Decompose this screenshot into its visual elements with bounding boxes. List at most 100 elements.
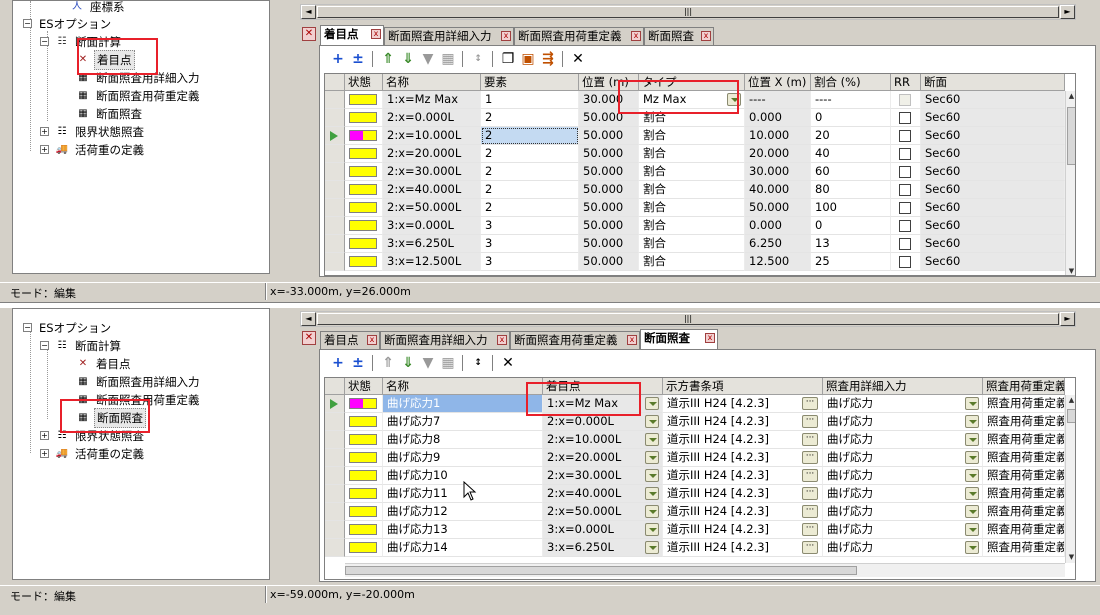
table-row[interactable]: 曲げ応力13 3:x=0.000L 道示III H24 [4.2.3] ··· 曲げ応力… bbox=[325, 521, 1065, 539]
filter-icon[interactable]: ▼ bbox=[418, 353, 438, 373]
cell-elem[interactable]: 2 bbox=[481, 163, 579, 181]
add-icon[interactable]: + bbox=[328, 353, 348, 373]
status-cell[interactable] bbox=[345, 503, 383, 521]
ellipsis-button-icon[interactable]: ··· bbox=[802, 487, 818, 500]
tree-item-es-option[interactable]: − ESオプション bbox=[23, 318, 113, 336]
scroll-thumb[interactable] bbox=[1067, 107, 1075, 165]
expand-icon[interactable]: + bbox=[40, 449, 49, 458]
tab-section-check[interactable]: 断面照査 x bbox=[640, 329, 718, 349]
status-cell[interactable] bbox=[345, 217, 383, 235]
insert-icon[interactable]: ± bbox=[348, 353, 368, 373]
scroll-right-icon[interactable]: ► bbox=[1060, 5, 1075, 19]
tree-item-section-calc[interactable]: − ☷ 断面計算 bbox=[40, 32, 123, 50]
tab-close-icon[interactable]: x bbox=[705, 333, 715, 343]
cell-pos[interactable]: 50.000 bbox=[579, 163, 639, 181]
cell-name[interactable]: 1:x=Mz Max bbox=[383, 91, 481, 109]
cell-section[interactable]: Sec60 bbox=[921, 181, 1065, 199]
tree-item-detail-input[interactable]: ▦ 断面照査用詳細入力 bbox=[75, 68, 202, 86]
cell-point[interactable]: 2:x=50.000L bbox=[543, 503, 663, 521]
dropdown-icon[interactable] bbox=[965, 451, 979, 464]
status-cell[interactable] bbox=[345, 199, 383, 217]
cell-pos[interactable]: 50.000 bbox=[579, 217, 639, 235]
cell-load[interactable]: 照査用荷重定義 bbox=[983, 395, 1065, 413]
cell-clause[interactable]: 道示III H24 [4.2.3] ··· bbox=[663, 539, 823, 557]
cell-detail[interactable]: 曲げ応力 bbox=[823, 467, 983, 485]
rr-checkbox[interactable] bbox=[891, 163, 921, 181]
table-row[interactable]: 3:x=12.500L 3 50.000 割合 12.500 25 Sec60 bbox=[325, 253, 1065, 271]
add-icon[interactable]: + bbox=[328, 49, 348, 69]
cell-detail[interactable]: 曲げ応力 bbox=[823, 449, 983, 467]
expand-icon[interactable]: + bbox=[40, 127, 49, 136]
close-all-icon[interactable]: ✕ bbox=[302, 27, 316, 41]
cell-point[interactable]: 2:x=30.000L bbox=[543, 467, 663, 485]
scroll-thumb[interactable] bbox=[345, 566, 857, 575]
copy-icon[interactable]: ❐ bbox=[498, 49, 518, 69]
ellipsis-button-icon[interactable]: ··· bbox=[802, 523, 818, 536]
cell-elem[interactable]: 1 bbox=[481, 91, 579, 109]
cell-name[interactable]: 曲げ応力1 bbox=[383, 395, 543, 413]
collapse-icon[interactable]: − bbox=[40, 341, 49, 350]
status-cell[interactable] bbox=[345, 91, 383, 109]
dropdown-icon[interactable] bbox=[965, 505, 979, 518]
tab-section-check[interactable]: 断面照査 x bbox=[644, 27, 714, 45]
cell-detail[interactable]: 曲げ応力 bbox=[823, 413, 983, 431]
cell-ratio[interactable]: 40 bbox=[811, 145, 891, 163]
ellipsis-button-icon[interactable]: ··· bbox=[802, 505, 818, 518]
cell-point[interactable]: 3:x=6.250L bbox=[543, 539, 663, 557]
dropdown-icon[interactable] bbox=[645, 469, 659, 482]
tree-item-focus-point[interactable]: ✕ 着目点 bbox=[75, 354, 133, 372]
dropdown-icon[interactable] bbox=[645, 415, 659, 428]
ellipsis-button-icon[interactable]: ··· bbox=[802, 541, 818, 554]
grid-icon[interactable]: ▦ bbox=[438, 49, 458, 69]
cell-section[interactable]: Sec60 bbox=[921, 217, 1065, 235]
cell-ratio[interactable]: ---- bbox=[811, 91, 891, 109]
cell-posx[interactable]: 50.000 bbox=[745, 199, 811, 217]
cell-load[interactable]: 照査用荷重定義 bbox=[983, 449, 1065, 467]
ellipsis-button-icon[interactable]: ··· bbox=[802, 433, 818, 446]
status-cell[interactable] bbox=[345, 395, 383, 413]
tab-focus-point[interactable]: 着目点 x bbox=[320, 25, 384, 45]
insert-icon[interactable]: ± bbox=[348, 49, 368, 69]
cell-detail[interactable]: 曲げ応力 bbox=[823, 521, 983, 539]
col-header[interactable]: 着目点 bbox=[543, 378, 663, 395]
cell-name[interactable]: 曲げ応力13 bbox=[383, 521, 543, 539]
tab-close-icon[interactable]: x bbox=[371, 29, 381, 39]
tree-item-load-def[interactable]: ▦ 断面照査用荷重定義 bbox=[75, 86, 202, 104]
expand-icon[interactable]: + bbox=[40, 431, 49, 440]
ellipsis-button-icon[interactable]: ··· bbox=[802, 415, 818, 428]
status-cell[interactable] bbox=[345, 181, 383, 199]
cell-name[interactable]: 2:x=10.000L bbox=[383, 127, 481, 145]
close-all-icon[interactable]: ✕ bbox=[302, 331, 316, 345]
col-header[interactable]: 位置 X (m) bbox=[745, 74, 811, 91]
checkbox[interactable] bbox=[899, 94, 911, 106]
cell-clause[interactable]: 道示III H24 [4.2.3] ··· bbox=[663, 467, 823, 485]
dropdown-icon[interactable] bbox=[965, 415, 979, 428]
scroll-down-icon[interactable]: ▼ bbox=[1066, 266, 1075, 275]
table-row[interactable]: 曲げ応力10 2:x=30.000L 道示III H24 [4.2.3] ··· 曲げ応… bbox=[325, 467, 1065, 485]
dropdown-icon[interactable] bbox=[645, 397, 659, 410]
col-header[interactable]: 要素 bbox=[481, 74, 579, 91]
cell-section[interactable]: Sec60 bbox=[921, 199, 1065, 217]
col-header[interactable]: RR bbox=[891, 74, 921, 91]
cell-ratio[interactable]: 100 bbox=[811, 199, 891, 217]
cell-name[interactable]: 曲げ応力9 bbox=[383, 449, 543, 467]
cell-posx[interactable]: 0.000 bbox=[745, 109, 811, 127]
dropdown-icon[interactable] bbox=[645, 451, 659, 464]
cell-load[interactable]: 照査用荷重定義 bbox=[983, 485, 1065, 503]
cell-clause[interactable]: 道示III H24 [4.2.3] ··· bbox=[663, 395, 823, 413]
cell-detail[interactable]: 曲げ応力 bbox=[823, 503, 983, 521]
dropdown-icon[interactable] bbox=[965, 523, 979, 536]
tab-detail-input[interactable]: 断面照査用詳細入力 x bbox=[380, 331, 510, 349]
cell-section[interactable]: Sec60 bbox=[921, 109, 1065, 127]
status-cell[interactable] bbox=[345, 109, 383, 127]
dropdown-icon[interactable] bbox=[965, 469, 979, 482]
cell-name[interactable]: 曲げ応力12 bbox=[383, 503, 543, 521]
cell-elem[interactable]: 2 bbox=[481, 181, 579, 199]
cell-detail[interactable]: 曲げ応力 bbox=[823, 431, 983, 449]
cell-posx[interactable]: 20.000 bbox=[745, 145, 811, 163]
table-row[interactable]: 曲げ応力9 2:x=20.000L 道示III H24 [4.2.3] ··· 曲げ応力… bbox=[325, 449, 1065, 467]
cell-type[interactable]: 割合 bbox=[639, 217, 745, 235]
cell-elem[interactable]: 3 bbox=[481, 235, 579, 253]
table-row[interactable]: 曲げ応力8 2:x=10.000L 道示III H24 [4.2.3] ··· 曲げ応力… bbox=[325, 431, 1065, 449]
cell-pos[interactable]: 50.000 bbox=[579, 109, 639, 127]
